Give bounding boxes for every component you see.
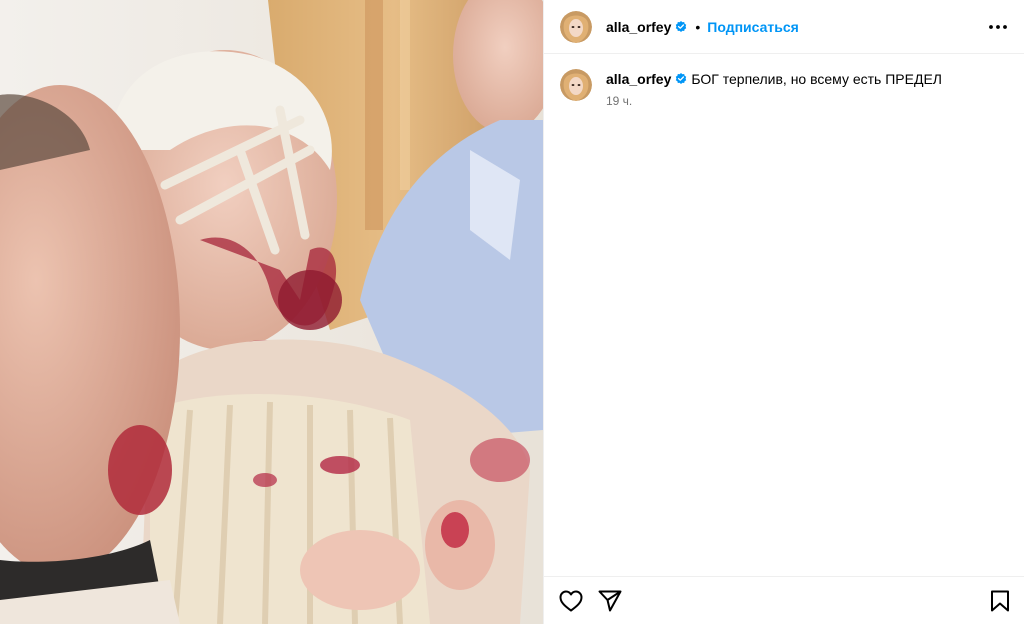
heart-icon — [559, 590, 583, 611]
post-header: alla_orfey • Подписаться — [544, 0, 1024, 54]
post-side-panel: alla_orfey • Подписаться alla_orfey БОГ … — [543, 0, 1024, 624]
follow-button[interactable]: Подписаться — [707, 19, 799, 35]
separator-dot: • — [695, 18, 701, 35]
bookmark-icon — [991, 590, 1009, 611]
send-icon — [598, 590, 622, 611]
avatar[interactable] — [560, 10, 592, 43]
verified-badge-icon — [676, 73, 687, 84]
username[interactable]: alla_orfey — [606, 19, 671, 35]
post-photo — [0, 0, 543, 624]
caption-avatar[interactable] — [560, 69, 592, 101]
caption-body: alla_orfey БОГ терпелив, но всему есть П… — [606, 69, 942, 108]
caption: alla_orfey БОГ терпелив, но всему есть П… — [560, 69, 1008, 108]
post-timestamp[interactable]: 19 ч. — [606, 94, 942, 108]
more-options-button[interactable] — [986, 15, 1010, 39]
comments-area: alla_orfey БОГ терпелив, но всему есть П… — [544, 54, 1024, 576]
action-bar — [544, 576, 1024, 624]
like-button[interactable] — [559, 589, 583, 613]
post-image[interactable] — [0, 0, 543, 624]
share-button[interactable] — [598, 589, 622, 613]
post-dialog: alla_orfey • Подписаться alla_orfey БОГ … — [0, 0, 1024, 624]
caption-text: БОГ терпелив, но всему есть ПРЕДЕЛ — [691, 71, 942, 87]
verified-badge-icon — [676, 20, 687, 32]
more-options-icon — [989, 24, 1007, 29]
caption-username[interactable]: alla_orfey — [606, 70, 671, 88]
caption-line: alla_orfey БОГ терпелив, но всему есть П… — [606, 70, 942, 88]
save-button[interactable] — [988, 589, 1012, 613]
